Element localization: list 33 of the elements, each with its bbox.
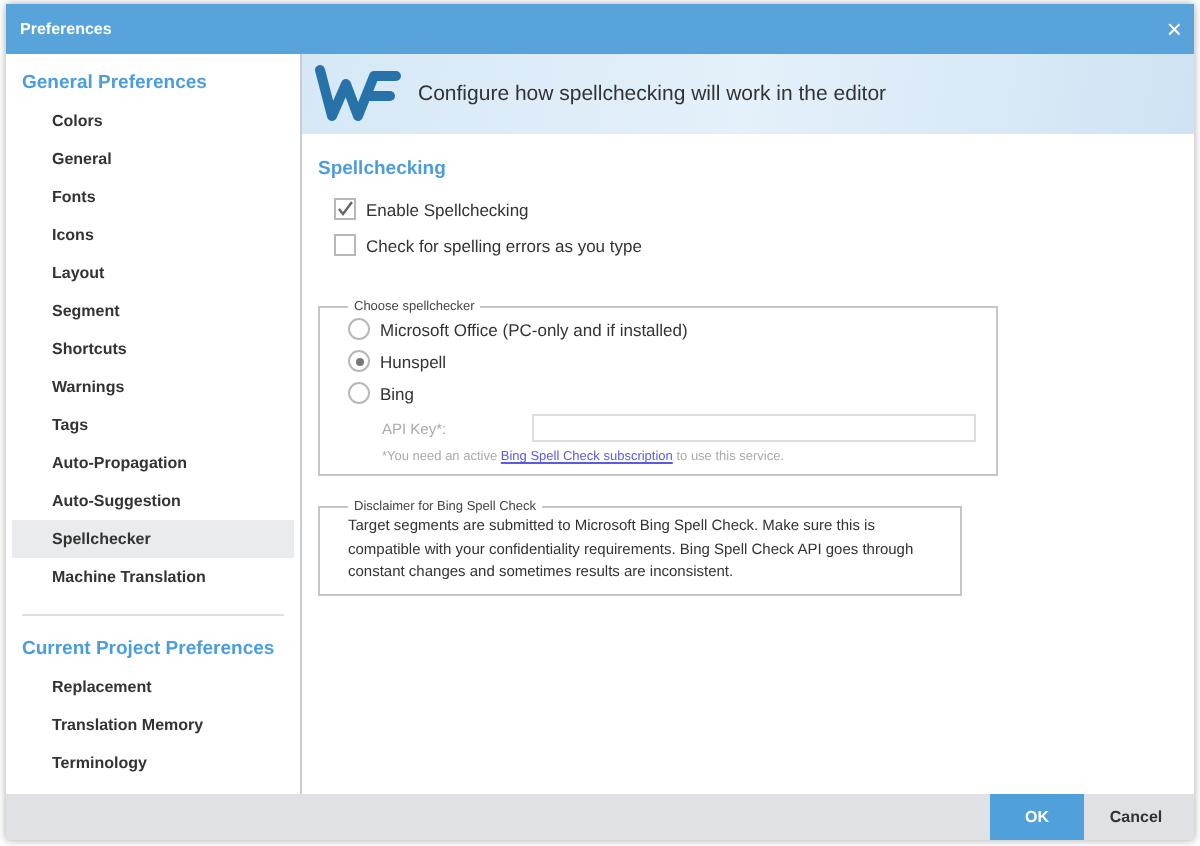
sidebar-item[interactable]: Spellchecker	[12, 520, 294, 558]
sidebar-heading: General Preferences	[20, 70, 209, 98]
sidebar-item[interactable]: Icons	[12, 216, 294, 254]
checkbox-label: Enable Spellchecking	[366, 199, 529, 219]
checkbox-label: Check for spelling errors as you type	[366, 235, 642, 255]
radio-button[interactable]	[348, 318, 370, 340]
sidebar-item[interactable]: Terminology	[12, 744, 294, 782]
api-key-field[interactable]	[532, 414, 976, 442]
logo-icon	[314, 64, 406, 124]
checkbox[interactable]	[334, 198, 356, 220]
radio-button[interactable]	[348, 350, 370, 372]
sidebar-item[interactable]: Warnings	[12, 368, 294, 406]
sidebar-item[interactable]: Colors	[12, 102, 294, 140]
sidebar-item[interactable]: General	[12, 140, 294, 178]
radio-label: Hunspell	[380, 351, 447, 371]
sidebar-item[interactable]: Shortcuts	[12, 330, 294, 368]
sidebar-item[interactable]: Segment	[12, 292, 294, 330]
radio-label: Microsoft Office (PC-only and if installed)	[380, 319, 688, 339]
sidebar-heading: Current Project Preferences	[20, 636, 277, 664]
radio-button[interactable]	[348, 382, 370, 404]
section-title: Spellchecking	[318, 158, 448, 180]
banner-text: Configure how spellchecking will work in the editor	[418, 82, 887, 106]
sidebar-item[interactable]: Machine Translation	[12, 558, 294, 596]
sidebar-item[interactable]: Tags	[12, 406, 294, 444]
window-title: Preferences	[20, 20, 112, 38]
sidebar-item[interactable]: Translation Memory	[12, 706, 294, 744]
sidebar-item[interactable]: Layout	[12, 254, 294, 292]
checkbox[interactable]	[334, 234, 356, 256]
sidebar-item[interactable]: Replacement	[12, 668, 294, 706]
sidebar-item[interactable]: Auto-Suggestion	[12, 482, 294, 520]
radio-label: Bing	[380, 383, 415, 403]
sidebar-item[interactable]: Auto-Propagation	[12, 444, 294, 482]
sidebar-item[interactable]: Fonts	[12, 178, 294, 216]
